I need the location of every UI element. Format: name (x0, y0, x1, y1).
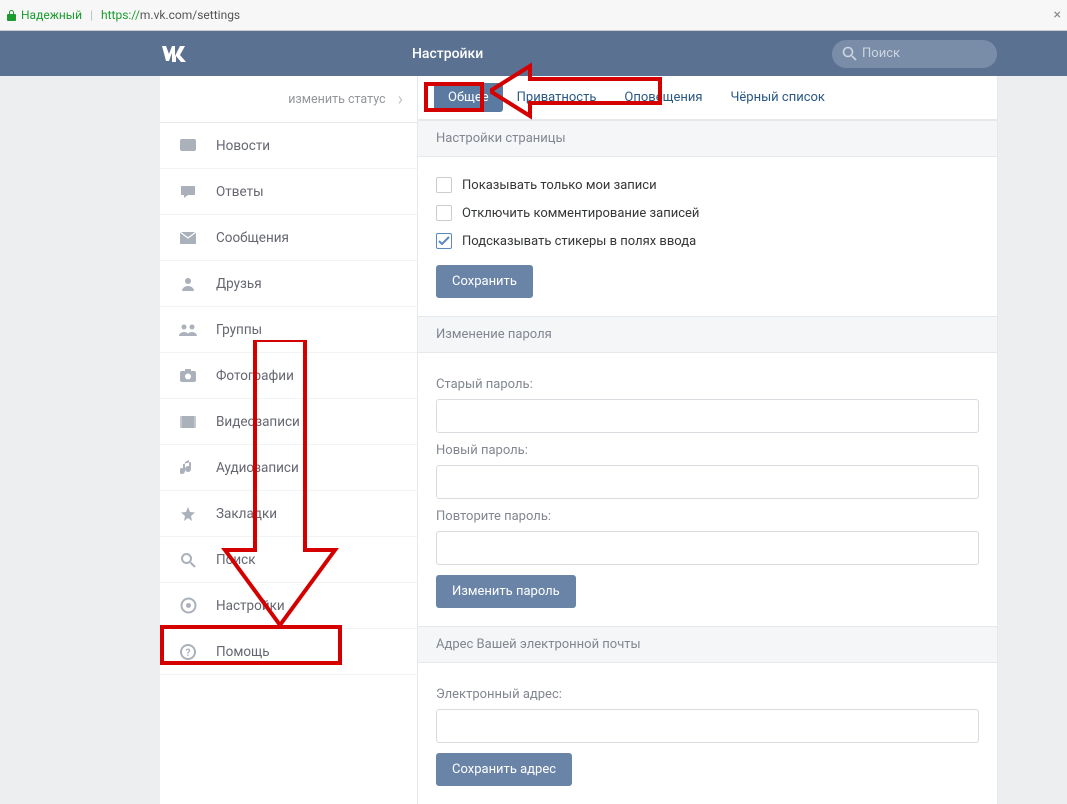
old-password-input[interactable] (436, 399, 979, 433)
search-icon (842, 46, 857, 61)
tab-notifications[interactable]: Оповещения (610, 83, 716, 112)
change-password-button[interactable]: Изменить пароль (436, 575, 576, 608)
sidebar-item-replies[interactable]: Ответы (160, 169, 417, 215)
new-password-input[interactable] (436, 465, 979, 499)
section-password-header: Изменение пароля (418, 316, 997, 353)
section-password: Старый пароль: Новый пароль: Повторите п… (418, 353, 997, 626)
app-header: Настройки (0, 31, 1067, 76)
section-page-settings: Показывать только мои записи Отключить к… (418, 157, 997, 316)
settings-tabs: Общее Приватность Оповещения Чёрный спис… (418, 76, 997, 120)
sidebar-item-label: Помощь (216, 644, 270, 660)
url-separator: | (90, 8, 93, 22)
checkbox-suggest-stickers[interactable]: Подсказывать стикеры в полях ввода (436, 227, 979, 255)
replies-icon (178, 184, 198, 200)
sidebar-item-bookmarks[interactable]: Закладки (160, 491, 417, 537)
url-display[interactable]: https://m.vk.com/settings (101, 8, 240, 22)
new-password-label: Новый пароль: (436, 443, 979, 458)
sidebar-item-photos[interactable]: Фотографии (160, 353, 417, 399)
old-password-label: Старый пароль: (436, 377, 979, 392)
vk-logo[interactable] (160, 45, 212, 63)
checkbox-icon (436, 205, 452, 221)
header-search[interactable] (832, 40, 997, 68)
friends-icon (178, 276, 198, 292)
secure-label: Надежный (21, 8, 82, 22)
checkbox-own-posts[interactable]: Показывать только мои записи (436, 171, 979, 199)
status-row[interactable]: изменить статус › (160, 76, 417, 123)
sidebar-item-friends[interactable]: Друзья (160, 261, 417, 307)
checkbox-label: Подсказывать стикеры в полях ввода (462, 234, 696, 249)
sidebar: изменить статус › Новости Ответы Сообщен… (160, 76, 418, 804)
tab-general[interactable]: Общее (434, 83, 503, 112)
section-email-header: Адрес Вашей электронной почты (418, 626, 997, 663)
email-input[interactable] (436, 709, 979, 743)
checkbox-label: Показывать только мои записи (462, 178, 657, 193)
status-text: изменить статус (288, 92, 385, 107)
bookmarks-icon (178, 506, 198, 522)
sidebar-item-label: Новости (216, 138, 270, 154)
main-content: Общее Приватность Оповещения Чёрный спис… (418, 76, 998, 804)
repeat-password-input[interactable] (436, 531, 979, 565)
sidebar-item-label: Друзья (216, 276, 262, 292)
checkbox-icon (436, 177, 452, 193)
save-email-button[interactable]: Сохранить адрес (436, 753, 572, 786)
sidebar-item-groups[interactable]: Группы (160, 307, 417, 353)
sidebar-item-label: Группы (216, 322, 262, 338)
secure-badge: Надежный (6, 8, 82, 22)
sidebar-item-label: Сообщения (216, 230, 289, 246)
sidebar-item-label: Поиск (216, 552, 256, 568)
section-email: Электронный адрес: Сохранить адрес (418, 663, 997, 804)
checkbox-icon (436, 233, 452, 249)
messages-icon (178, 231, 198, 245)
photos-icon (178, 368, 198, 383)
section-page-settings-header: Настройки страницы (418, 120, 997, 157)
sidebar-item-audio[interactable]: Аудиозаписи (160, 445, 417, 491)
tab-blacklist[interactable]: Чёрный список (716, 83, 838, 112)
groups-icon (178, 322, 198, 338)
sidebar-item-label: Ответы (216, 184, 264, 200)
sidebar-item-label: Настройки (216, 598, 285, 614)
sidebar-item-label: Фотографии (216, 368, 294, 384)
sidebar-item-search[interactable]: Поиск (160, 537, 417, 583)
sidebar-item-settings[interactable]: Настройки (160, 583, 417, 629)
sidebar-item-news[interactable]: Новости (160, 123, 417, 169)
sidebar-item-label: Закладки (216, 506, 277, 522)
sidebar-item-help[interactable]: ? Помощь (160, 629, 417, 675)
checkbox-label: Отключить комментирование записей (462, 206, 699, 221)
sidebar-item-label: Аудиозаписи (216, 460, 299, 476)
help-icon: ? (178, 644, 198, 660)
search-nav-icon (178, 552, 198, 568)
tab-close-icon[interactable]: × (1054, 7, 1061, 23)
page-title: Настройки (212, 46, 483, 62)
tab-privacy[interactable]: Приватность (503, 83, 611, 112)
audio-icon (178, 460, 198, 476)
email-label: Электронный адрес: (436, 687, 979, 702)
settings-icon (178, 597, 198, 614)
sidebar-item-videos[interactable]: Видеозаписи (160, 399, 417, 445)
videos-icon (178, 415, 198, 429)
sidebar-item-label: Видеозаписи (216, 414, 300, 430)
lock-icon (6, 9, 17, 22)
sidebar-item-messages[interactable]: Сообщения (160, 215, 417, 261)
save-page-button[interactable]: Сохранить (436, 265, 533, 298)
repeat-password-label: Повторите пароль: (436, 509, 979, 524)
checkbox-disable-comments[interactable]: Отключить комментирование записей (436, 199, 979, 227)
chevron-right-icon: › (398, 89, 403, 110)
browser-address-bar: Надежный | https://m.vk.com/settings × (0, 0, 1067, 31)
news-icon (178, 138, 198, 154)
svg-text:?: ? (186, 648, 191, 659)
